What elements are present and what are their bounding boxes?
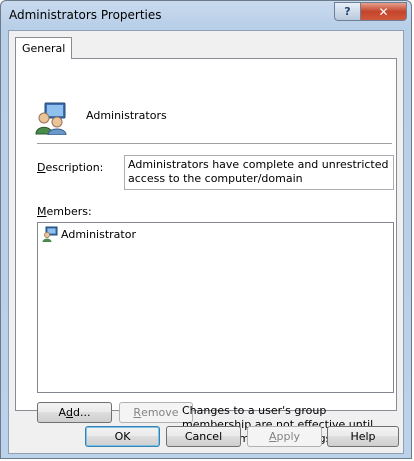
user-group-icon [35,102,67,135]
group-name: Administrators [86,109,167,122]
apply-button[interactable]: Apply [247,426,322,447]
help-button[interactable]: Help [327,426,399,447]
user-icon [42,226,58,242]
general-tab-panel: Administrators Description: Administrato… [15,58,397,445]
description-label: Description: [37,161,104,174]
tab-label: General [22,42,66,55]
dialog-client-area: General Administrators Description: Admi… [8,30,404,454]
ok-button[interactable]: OK [85,426,160,447]
close-button[interactable]: ✕ [360,2,407,21]
separator [37,143,392,144]
question-mark-icon: ? [344,5,351,18]
close-icon: ✕ [378,4,389,19]
dialog-window: Administrators Properties ? ✕ General Ad… [0,0,412,459]
add-button[interactable]: Ad d... [37,402,112,423]
members-label: Members: [37,205,92,218]
members-list[interactable]: Administrator [37,222,394,393]
cancel-button[interactable]: Cancel [166,426,241,447]
tab-general[interactable]: General [15,37,73,59]
help-caption-button[interactable]: ? [334,2,361,21]
list-item[interactable]: Administrator [42,226,136,242]
title-bar[interactable]: Administrators Properties ? ✕ [1,1,411,31]
member-name: Administrator [61,227,136,241]
window-title: Administrators Properties [9,8,162,22]
description-field[interactable]: Administrators have complete and unrestr… [124,155,394,190]
